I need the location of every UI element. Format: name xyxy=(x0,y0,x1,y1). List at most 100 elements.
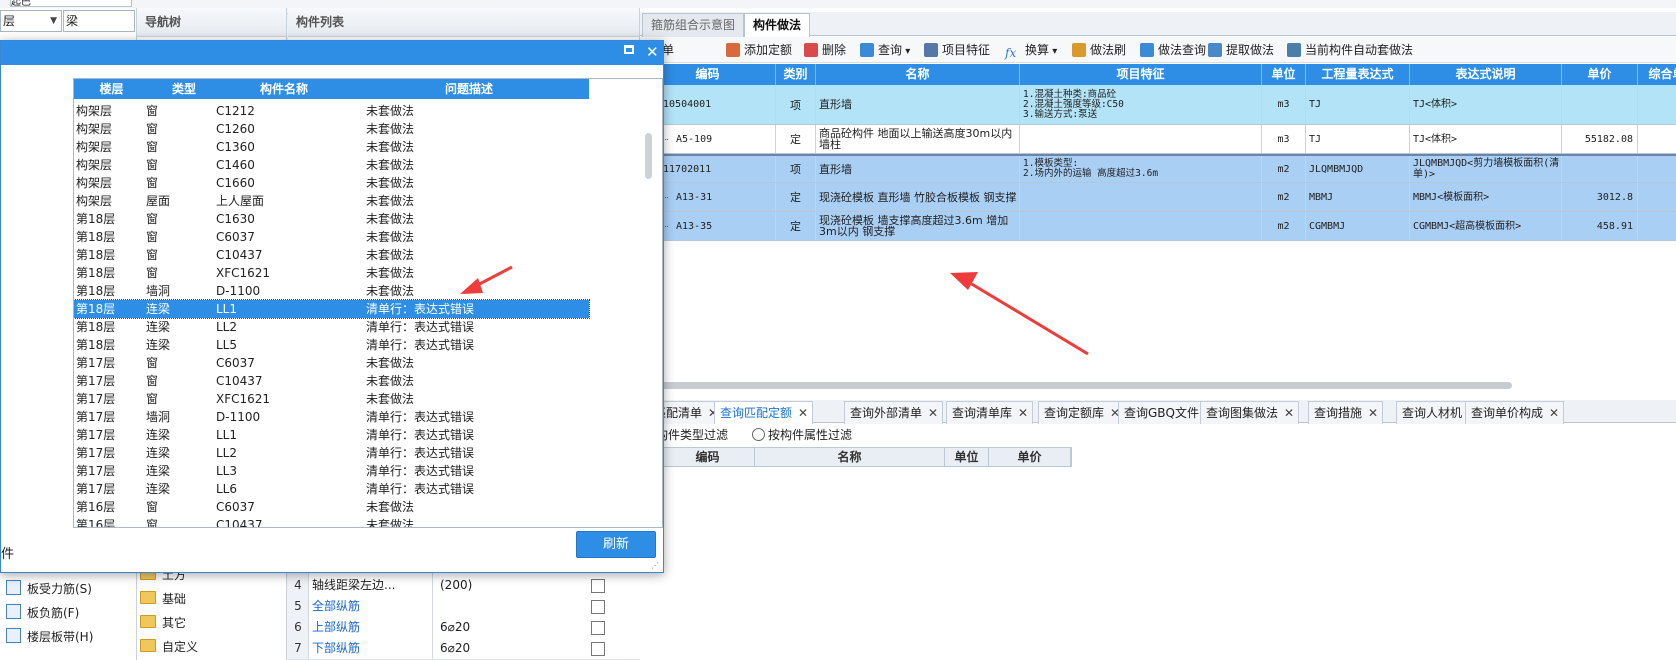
grid-cell[interactable]: 55182.08 xyxy=(1562,125,1638,153)
top-tab-fragment[interactable]: 起巴 xyxy=(10,0,132,7)
dialog-row[interactable]: 第17层 窗 C10437 未套做法 xyxy=(74,372,589,390)
grid-cell[interactable]: m3 xyxy=(1262,85,1306,124)
dialog-row[interactable]: 第17层 墙洞 D-1100 清单行：表达式错误 xyxy=(74,408,589,426)
property-checkbox[interactable] xyxy=(591,600,605,614)
grid-cell[interactable]: TJ<体积> xyxy=(1410,125,1562,153)
query-tab-7[interactable]: 查询措施 ✕ xyxy=(1308,401,1384,424)
grid-header-8[interactable]: 综合单价 xyxy=(1638,64,1676,85)
grid-cell[interactable]: 3012.8 xyxy=(1562,183,1638,211)
property-row[interactable]: 5 全部纵筋 xyxy=(288,596,640,618)
toolbar-button-7[interactable]: 做法查询 xyxy=(1140,41,1206,59)
grid-cell[interactable]: 商品砼构件 地面以上输送高度30m以内 墙柱 xyxy=(816,125,1020,153)
dialog-row[interactable]: 构架层 窗 C1660 未套做法 xyxy=(74,174,589,192)
grid-cell[interactable] xyxy=(1638,156,1676,182)
property-row[interactable]: 4 轴线距梁左边... (200) xyxy=(288,575,640,597)
nav-tree-item-2[interactable]: 其它 xyxy=(140,614,186,631)
dialog-row[interactable]: 第17层 窗 C6037 未套做法 xyxy=(74,354,589,372)
resize-grip-icon[interactable]: ⋰ xyxy=(651,561,661,571)
grid-cell[interactable]: JLQMBMJQD xyxy=(1306,156,1410,182)
toolbar-button-2[interactable]: 删除 xyxy=(804,41,846,59)
query-result-header-1[interactable]: 名称 xyxy=(755,448,945,466)
dialog-row[interactable]: 第18层 连梁 LL1 清单行：表达式错误 xyxy=(74,299,590,319)
dialog-row[interactable]: 第17层 窗 XFC1621 未套做法 xyxy=(74,390,589,408)
dialog-header-0[interactable]: 楼层 xyxy=(74,79,149,99)
grid-cell[interactable]: JLQMBMJQD<剪力墙模板面积(清单)> xyxy=(1410,156,1562,182)
grid-cell[interactable]: 定 xyxy=(776,125,816,153)
dialog-row[interactable]: 第18层 窗 XFC1621 未套做法 xyxy=(74,264,589,282)
dialog-row[interactable]: 第16层 窗 C6037 未套做法 xyxy=(74,498,589,516)
property-checkbox[interactable] xyxy=(591,642,605,656)
grid-cell[interactable]: 直形墙 xyxy=(816,156,1020,182)
dialog-header-1[interactable]: 类型 xyxy=(149,79,219,99)
grid-cell[interactable]: TJ<体积> xyxy=(1410,85,1562,124)
nav-tree-item-3[interactable]: 自定义 xyxy=(140,638,198,655)
grid-cell[interactable]: 直形墙 xyxy=(816,85,1020,124)
property-checkbox[interactable] xyxy=(591,621,605,635)
query-tab-4[interactable]: 查询定额库 ✕ xyxy=(1038,401,1126,424)
query-tab-9[interactable]: 查询单价构成 ✕ xyxy=(1465,401,1565,424)
property-row[interactable]: 6 上部纵筋 6⌀20 xyxy=(288,617,640,639)
grid-header-5[interactable]: 工程量表达式 xyxy=(1306,64,1410,85)
dialog-row[interactable]: 第17层 连梁 LL3 清单行：表达式错误 xyxy=(74,462,589,480)
query-tab-3[interactable]: 查询清单库 ✕ xyxy=(946,401,1034,424)
dialog-row[interactable]: 第17层 连梁 LL1 清单行：表达式错误 xyxy=(74,426,589,444)
grid-cell[interactable] xyxy=(1638,85,1676,124)
dialog-row[interactable]: 构架层 窗 C1212 未套做法 xyxy=(74,102,589,120)
dialog-row[interactable]: 第18层 连梁 LL2 清单行：表达式错误 xyxy=(74,318,589,336)
toolbar-button-9[interactable]: 当前构件自动套做法 xyxy=(1287,41,1413,59)
grid-cell[interactable]: 458.91 xyxy=(1562,212,1638,240)
property-checkbox[interactable] xyxy=(591,579,605,593)
close-icon[interactable]: ✕ xyxy=(1018,406,1028,420)
grid-header-2[interactable]: 名称 xyxy=(816,64,1020,85)
grid-row[interactable]: A5-109 定 商品砼构件 地面以上输送高度30m以内 墙柱 m3 TJ TJ<体积> 5… xyxy=(640,125,1676,154)
radio-icon[interactable] xyxy=(752,428,765,441)
query-result-header-0[interactable]: 编码 xyxy=(661,448,755,466)
dialog-row[interactable]: 第18层 窗 C10437 未套做法 xyxy=(74,246,589,264)
tab-component-method[interactable]: 构件做法 xyxy=(744,13,811,37)
grid-header-1[interactable]: 类别 xyxy=(776,64,816,85)
grid-cell[interactable]: 1.模板类型: 2.场内外的运输 高度超过3.6m xyxy=(1020,156,1262,182)
grid-header-7[interactable]: 单价 xyxy=(1562,64,1638,85)
query-result-header-2[interactable]: 单位 xyxy=(945,448,989,466)
grid-cell[interactable] xyxy=(1562,156,1638,182)
grid-cell[interactable]: m2 xyxy=(1262,212,1306,240)
dialog-row[interactable]: 第18层 连梁 LL5 清单行：表达式错误 xyxy=(74,336,589,354)
dialog-row[interactable]: 第18层 窗 C1630 未套做法 xyxy=(74,210,589,228)
dialog-row[interactable]: 构架层 窗 C1360 未套做法 xyxy=(74,138,589,156)
dialog-row[interactable]: 第16层 窗 C10437 未套做法 xyxy=(74,516,589,527)
grid-cell[interactable]: MBMJ xyxy=(1306,183,1410,211)
grid-row[interactable]: A13-35 定 现浇砼模板 墙支撑高度超过3.6m 增加3m以内 钢支撑 m2 CGM… xyxy=(640,212,1676,241)
grid-cell[interactable]: CGMBMJ<超高模板面积> xyxy=(1410,212,1562,240)
property-value[interactable] xyxy=(440,596,600,617)
grid-row[interactable]: A13-31 定 现浇砼模板 直形墙 竹胶合板模板 钢支撑 m2 MBMJ MBMJ<模板… xyxy=(640,183,1676,212)
close-icon[interactable]: ✕ xyxy=(646,42,659,62)
grid-header-3[interactable]: 项目特征 xyxy=(1020,64,1262,85)
grid-cell[interactable]: TJ xyxy=(1306,85,1410,124)
dialog-row[interactable]: 第17层 连梁 LL6 清单行：表达式错误 xyxy=(74,480,589,498)
dialog-header-3[interactable]: 问题描述 xyxy=(349,79,589,99)
chevron-down-icon[interactable]: ▾ xyxy=(1049,46,1057,57)
grid-cell[interactable]: 项 xyxy=(776,85,816,124)
refresh-button[interactable]: 刷新 xyxy=(576,531,656,558)
close-icon[interactable]: ✕ xyxy=(1284,406,1294,420)
dialog-row[interactable]: 第18层 窗 C6037 未套做法 xyxy=(74,228,589,246)
grid-cell[interactable]: TJ xyxy=(1306,125,1410,153)
sidebar-item-3[interactable]: 楼层板带(H) xyxy=(6,628,93,645)
grid-cell[interactable]: m2 xyxy=(1262,156,1306,182)
grid-cell[interactable] xyxy=(1562,85,1638,124)
grid-row[interactable]: −011702011项直形墙1.模板类型: 2.场内外的运输 高度超过3.6mm… xyxy=(640,154,1676,183)
query-tab-2[interactable]: 查询外部清单 ✕ xyxy=(844,401,944,424)
chevron-down-icon[interactable]: ▼ xyxy=(50,11,57,31)
grid-cell[interactable] xyxy=(1020,212,1262,240)
grid-header-6[interactable]: 表达式说明 xyxy=(1410,64,1562,85)
grid-cell[interactable]: 项 xyxy=(776,156,816,182)
toolbar-button-3[interactable]: 查询 ▾ xyxy=(860,41,910,59)
grid-cell[interactable]: 现浇砼模板 直形墙 竹胶合板模板 钢支撑 xyxy=(816,183,1020,211)
grid-cell[interactable] xyxy=(1020,183,1262,211)
filter-by-attr-option[interactable]: 按构件属性过滤 xyxy=(752,424,852,446)
maximize-icon[interactable] xyxy=(624,45,634,54)
close-icon[interactable]: ✕ xyxy=(798,406,808,420)
grid-cell[interactable] xyxy=(1638,183,1676,211)
property-value[interactable]: 6⌀20 xyxy=(440,638,600,659)
grid-cell[interactable]: m2 xyxy=(1262,183,1306,211)
